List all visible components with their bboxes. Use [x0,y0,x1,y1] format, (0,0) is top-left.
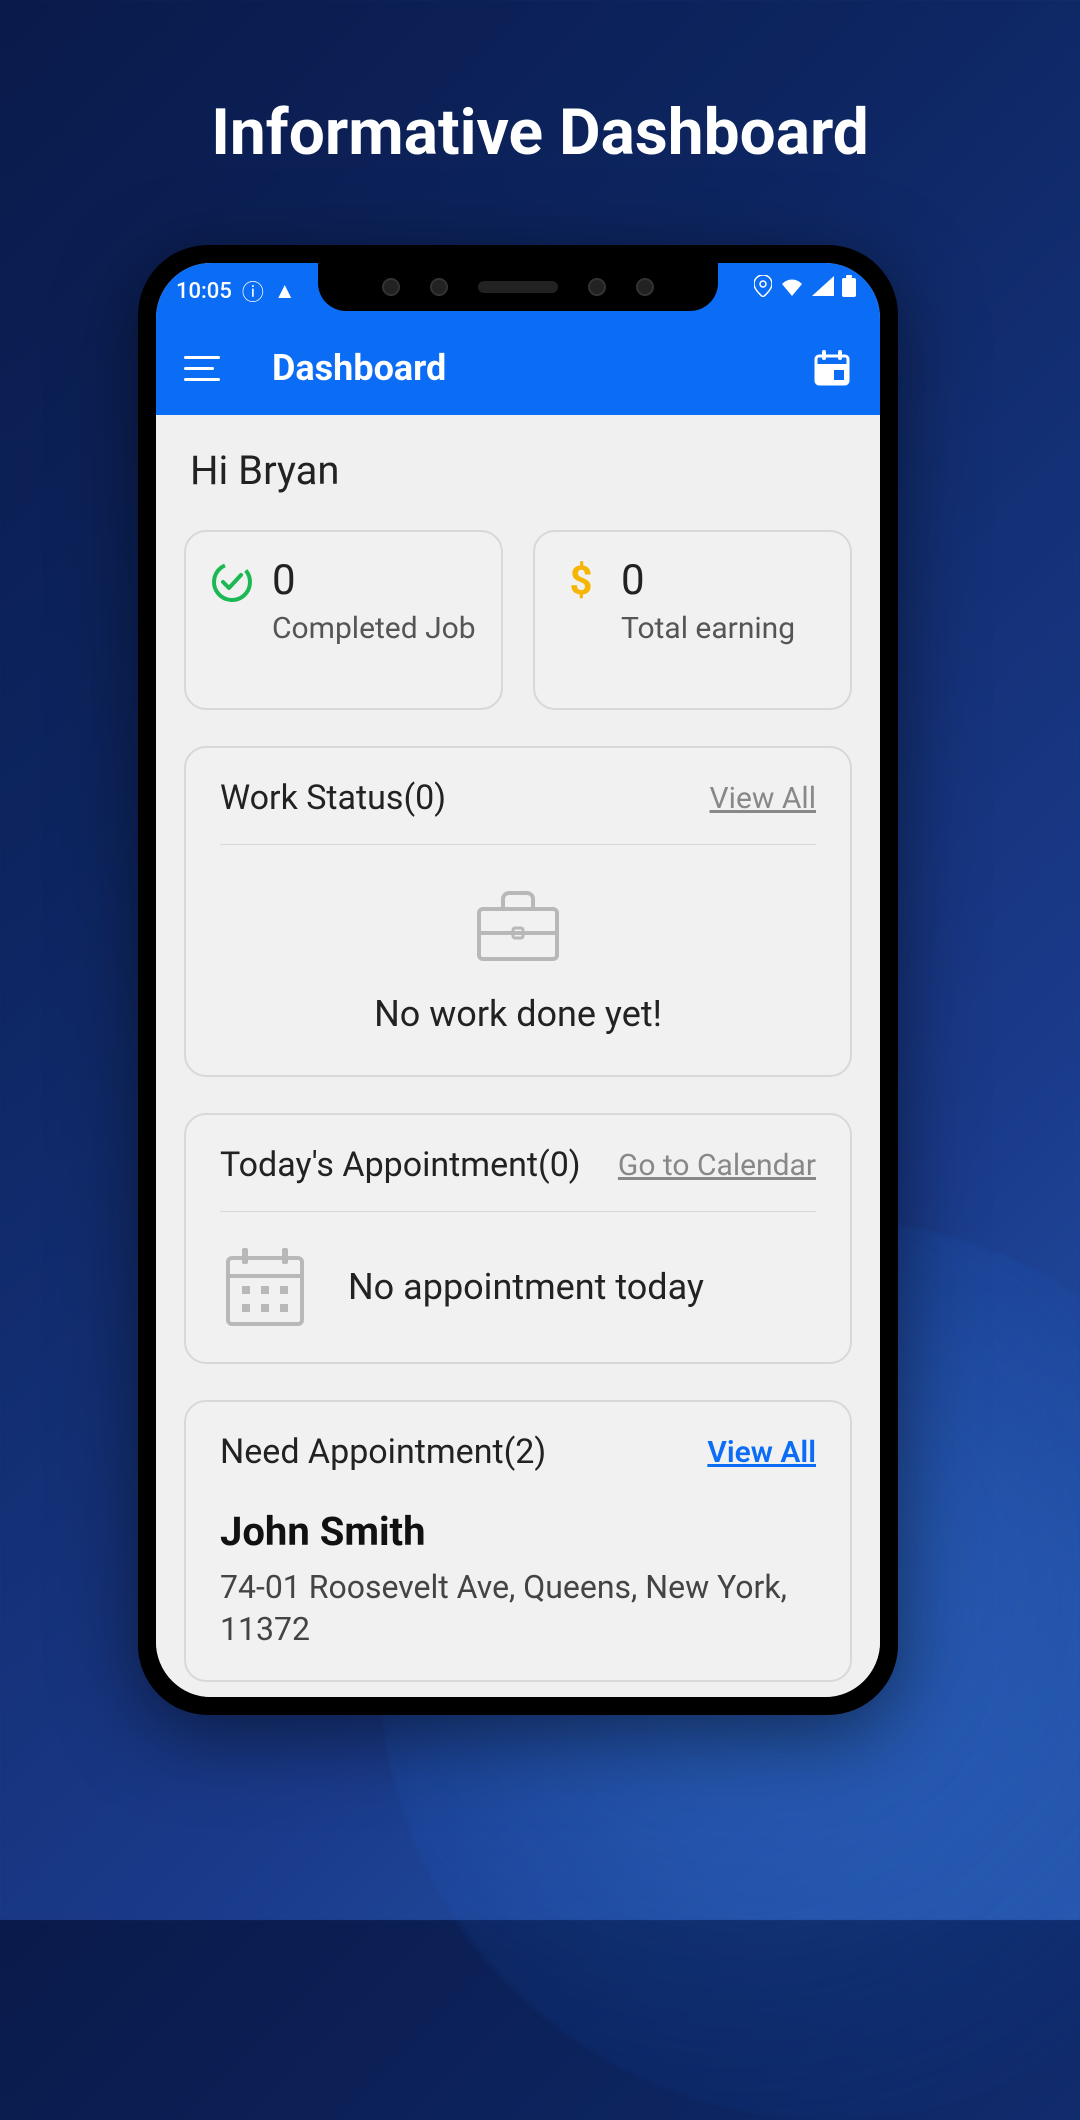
calendar-large-icon [220,1242,310,1332]
app-bar: Dashboard [156,321,880,415]
completed-jobs-value: 0 [272,560,476,602]
location-icon [754,275,772,301]
appointment-name: John Smith [220,1508,816,1555]
info-icon: ⓘ [242,275,264,307]
work-status-empty-text: No work done yet! [374,993,662,1035]
warning-icon: ▲ [274,278,296,304]
greeting: Hi Bryan [184,447,852,494]
phone-notch [318,263,718,311]
menu-button[interactable] [184,348,224,388]
today-appointment-empty-text: No appointment today [348,1266,704,1308]
go-to-calendar-link[interactable]: Go to Calendar [618,1148,816,1183]
work-status-view-all-link[interactable]: View All [710,781,816,816]
briefcase-icon [473,885,563,965]
check-circle-icon [210,560,254,604]
status-time: 10:05 [176,279,232,304]
dollar-icon: $ [559,560,603,604]
battery-icon [842,275,856,301]
signal-icon [812,276,834,300]
total-earning-label: Total earning [621,610,795,648]
need-appointment-title: Need Appointment(2) [220,1432,546,1472]
svg-text:$: $ [570,560,593,604]
wifi-icon [780,276,804,300]
calendar-button[interactable] [812,348,852,388]
total-earning-card[interactable]: $ 0 Total earning [533,530,852,710]
completed-jobs-card[interactable]: 0 Completed Job [184,530,503,710]
completed-jobs-label: Completed Job [272,610,476,648]
total-earning-value: 0 [621,560,795,602]
marketing-title: Informative Dashboard [0,0,1080,170]
need-appointment-view-all-link[interactable]: View All [707,1435,816,1470]
app-bar-title: Dashboard [272,347,446,389]
appointment-address: 74-01 Roosevelt Ave, Queens, New York, 1… [220,1567,816,1650]
today-appointment-title: Today's Appointment(0) [220,1145,581,1185]
phone-frame: 10:05 ⓘ ▲ [138,245,898,1715]
need-appointment-panel: Need Appointment(2) View All John Smith … [184,1400,852,1682]
today-appointment-panel: Today's Appointment(0) Go to Calendar [184,1113,852,1364]
work-status-title: Work Status(0) [220,778,446,818]
work-status-panel: Work Status(0) View All No work done yet… [184,746,852,1077]
